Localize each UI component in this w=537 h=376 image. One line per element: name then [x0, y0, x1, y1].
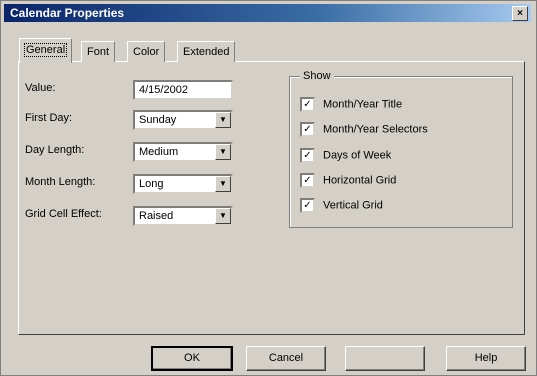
tab-label: Font	[87, 46, 110, 58]
apply-button[interactable]	[345, 346, 425, 371]
tab-general[interactable]: General	[19, 38, 73, 63]
first-day-label: First Day:	[25, 112, 73, 124]
checkbox-label: Horizontal Grid	[323, 174, 397, 187]
checkbox-horizontal-grid[interactable]: ✓ Horizontal Grid	[300, 173, 396, 189]
tab-label: Extended	[183, 46, 230, 58]
value-label: Value:	[25, 82, 56, 94]
chevron-down-icon[interactable]: ▼	[215, 176, 231, 192]
day-length-select[interactable]: Medium ▼	[133, 142, 233, 162]
check-icon[interactable]: ✓	[300, 122, 315, 137]
tab-extended[interactable]: Extended	[177, 41, 236, 62]
cancel-button[interactable]: Cancel	[246, 346, 326, 371]
check-icon[interactable]: ✓	[300, 198, 315, 213]
day-length-label: Day Length:	[25, 144, 85, 156]
close-icon[interactable]: ×	[512, 6, 528, 21]
show-group-title: Show	[300, 70, 334, 82]
dialog-window: Calendar Properties × General Font Color…	[0, 0, 537, 376]
window-title: Calendar Properties	[10, 6, 125, 20]
checkbox-vertical-grid[interactable]: ✓ Vertical Grid	[300, 198, 383, 214]
chevron-down-icon[interactable]: ▼	[215, 208, 231, 224]
chevron-down-icon[interactable]: ▼	[215, 144, 231, 160]
check-icon[interactable]: ✓	[300, 148, 315, 163]
ok-button[interactable]: OK	[151, 346, 233, 371]
check-icon[interactable]: ✓	[300, 97, 315, 112]
checkbox-label: Days of Week	[323, 149, 392, 162]
checkbox-label: Month/Year Title	[323, 98, 403, 111]
checkbox-month-year-selectors[interactable]: ✓ Month/Year Selectors	[300, 122, 428, 138]
checkbox-month-year-title[interactable]: ✓ Month/Year Title	[300, 97, 402, 113]
general-tab-panel: Value: 4/15/2002 First Day: Sunday ▼ Day…	[18, 61, 525, 335]
tab-color[interactable]: Color	[127, 41, 166, 62]
help-button[interactable]: Help	[446, 346, 526, 371]
grid-cell-effect-select[interactable]: Raised ▼	[133, 206, 233, 226]
tab-label: General	[23, 43, 68, 57]
first-day-value: Sunday	[139, 114, 177, 126]
tab-label: Color	[133, 46, 160, 58]
grid-cell-effect-value: Raised	[139, 210, 174, 222]
month-length-label: Month Length:	[25, 176, 96, 188]
checkbox-label: Month/Year Selectors	[323, 123, 428, 136]
value-text: 4/15/2002	[139, 84, 188, 96]
check-icon[interactable]: ✓	[300, 173, 315, 188]
grid-cell-effect-label: Grid Cell Effect:	[25, 208, 102, 220]
title-bar[interactable]: Calendar Properties ×	[4, 4, 531, 22]
checkbox-label: Vertical Grid	[323, 199, 383, 212]
month-length-select[interactable]: Long ▼	[133, 174, 233, 194]
value-input[interactable]: 4/15/2002	[133, 80, 233, 100]
day-length-value: Medium	[139, 146, 179, 158]
tab-font[interactable]: Font	[81, 41, 116, 62]
chevron-down-icon[interactable]: ▼	[215, 112, 231, 128]
first-day-select[interactable]: Sunday ▼	[133, 110, 233, 130]
checkbox-days-of-week[interactable]: ✓ Days of Week	[300, 148, 391, 164]
month-length-value: Long	[139, 178, 164, 190]
show-groupbox: Show ✓ Month/Year Title ✓ Month/Year Selec…	[289, 70, 513, 228]
